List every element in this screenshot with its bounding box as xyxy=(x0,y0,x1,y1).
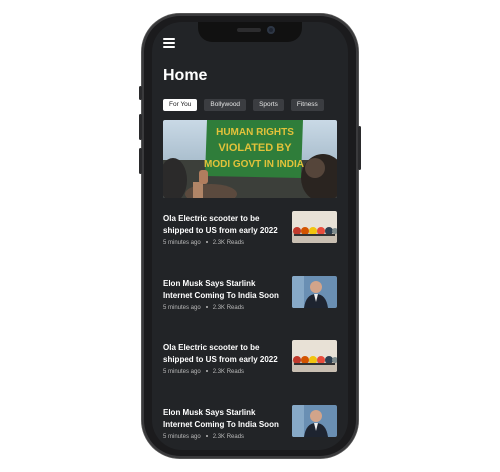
news-reads: 2.3K Reads xyxy=(212,434,245,440)
news-headline: Elon Musk Says Starlink Internet Coming … xyxy=(163,408,279,429)
tab-sports[interactable]: Sports xyxy=(253,99,284,111)
news-item[interactable]: Elon Musk Says Starlink Internet Coming … xyxy=(163,405,337,450)
volume-down-button xyxy=(139,148,142,174)
scooters-thumbnail xyxy=(292,340,337,372)
protest-sign-line-2: VIOLATED BY xyxy=(218,142,292,154)
tab-bollywood[interactable]: Bollywood xyxy=(204,99,247,111)
news-time: 5 minutes ago xyxy=(163,369,201,375)
volume-up-button xyxy=(139,114,142,140)
protest-sign-line-1: HUMAN RIGHTS xyxy=(216,127,294,138)
speaker xyxy=(237,28,261,32)
news-headline: Ola Electric scooter to be shipped to US… xyxy=(163,343,278,364)
front-camera xyxy=(267,26,275,34)
page-title: Home xyxy=(163,67,208,84)
news-headline: Ola Electric scooter to be shipped to US… xyxy=(163,214,278,235)
man-portrait-thumbnail xyxy=(292,276,337,308)
category-tabs: For You Bollywood Sports Fitness xyxy=(163,99,324,111)
news-meta: 5 minutes ago 2.3K Reads xyxy=(163,240,244,246)
tab-fitness[interactable]: Fitness xyxy=(290,99,324,111)
hamburger-menu-icon[interactable] xyxy=(163,38,175,48)
protest-sign-line-3: MODI GOVT IN INDIA xyxy=(204,159,304,170)
news-meta: 5 minutes ago 2.3K Reads xyxy=(163,369,244,375)
news-item[interactable]: Elon Musk Says Starlink Internet Coming … xyxy=(163,276,337,324)
news-item[interactable]: Ola Electric scooter to be shipped to US… xyxy=(163,211,337,259)
man-portrait-thumbnail xyxy=(292,405,337,437)
notch xyxy=(198,22,302,42)
news-time: 5 minutes ago xyxy=(163,305,201,311)
news-meta: 5 minutes ago 2.3K Reads xyxy=(163,305,244,311)
news-reads: 2.3K Reads xyxy=(212,369,245,375)
scooters-thumbnail xyxy=(292,211,337,243)
news-meta: 5 minutes ago 2.3K Reads xyxy=(163,434,244,440)
news-headline: Elon Musk Says Starlink Internet Coming … xyxy=(163,279,279,300)
news-reads: 2.3K Reads xyxy=(212,240,245,246)
mute-switch xyxy=(139,86,142,100)
app-screen: Home For You Bollywood Sports Fitness HU… xyxy=(152,22,348,450)
news-reads: 2.3K Reads xyxy=(212,305,245,311)
news-time: 5 minutes ago xyxy=(163,240,201,246)
news-item[interactable]: Ola Electric scooter to be shipped to US… xyxy=(163,340,337,388)
news-time: 5 minutes ago xyxy=(163,434,201,440)
tab-for-you[interactable]: For You xyxy=(163,99,198,111)
power-button xyxy=(358,126,361,170)
hero-news-image[interactable]: HUMAN RIGHTS VIOLATED BY MODI GOVT IN IN… xyxy=(163,120,337,198)
